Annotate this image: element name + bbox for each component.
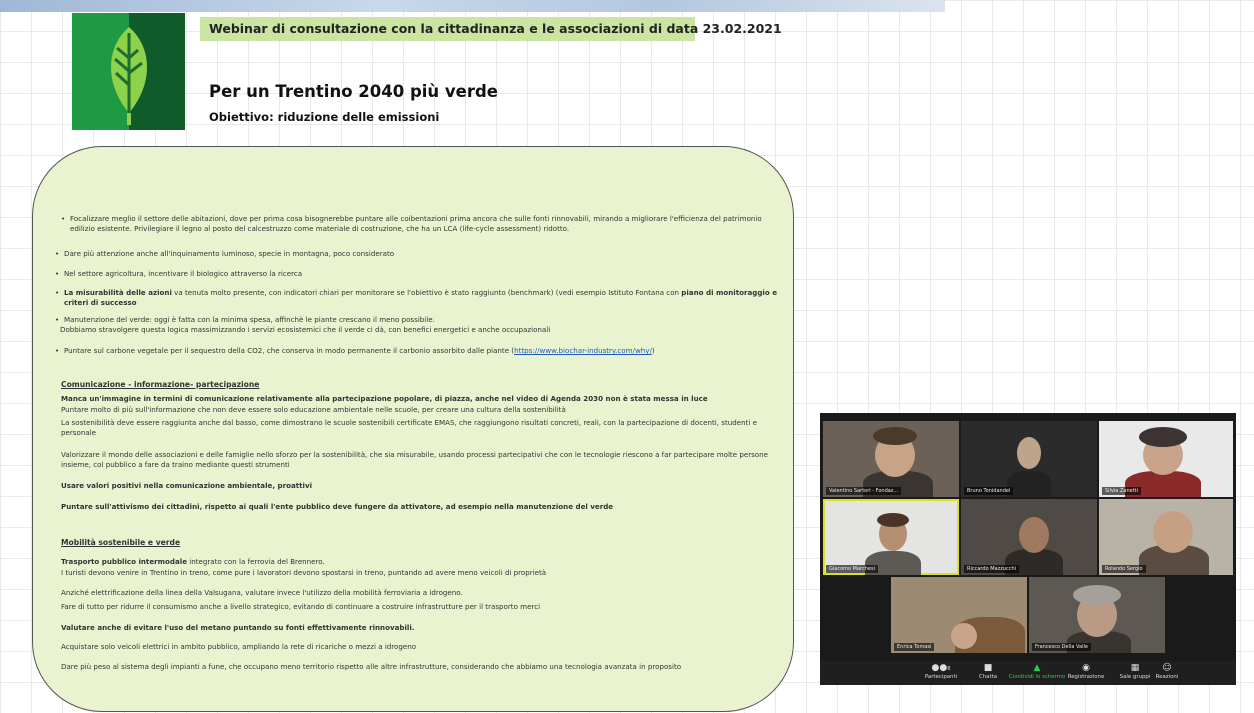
smiley-icon: ☺ [1162, 663, 1172, 673]
bullet-item: La misurabilità delle azioni va tenuta m… [55, 288, 784, 309]
communication-line: Puntare sull'attivismo dei cittadini, ri… [61, 502, 614, 511]
bullet-item: Nel settore agricoltura, incentivare il … [55, 269, 784, 280]
section-heading-mobility: Mobilità sostenibile e verde [61, 538, 181, 547]
bullet-item: Puntare sul carbone vegetale per il sequ… [55, 346, 784, 357]
reactions-button[interactable]: ☺ Reazioni [1147, 663, 1187, 680]
participant-name: Francesco Della Valle [1032, 643, 1091, 651]
participant-name: Giacomo Marchesi [826, 565, 878, 573]
leaf-logo [72, 13, 185, 130]
participant-name: Silvia Zanetti [1102, 487, 1141, 495]
page-title: Per un Trentino 2040 più verde [209, 82, 498, 101]
communication-line: Valorizzare il mondo delle associazioni … [61, 450, 769, 470]
mobility-line: Trasporto pubblico intermodale integrato… [61, 557, 325, 566]
meeting-toolbar: ●●8 Partecipanti ■ Chatta ▲ Condividi lo sc… [820, 661, 1236, 685]
participant-tile[interactable]: Valentino Sartori - Fondaz... [823, 421, 959, 497]
participant-tile[interactable]: Riccardo Mazzucchi [961, 499, 1097, 575]
participant-name: Valentino Sartori - Fondaz... [826, 487, 902, 495]
participant-tile[interactable]: Silvia Zanetti [1099, 421, 1233, 497]
top-strip [0, 0, 945, 12]
bullet-item: Focalizzare meglio il settore delle abit… [61, 214, 770, 235]
biochar-link[interactable]: https://www.biochar-industry.com/why/ [514, 346, 652, 355]
communication-line: La sostenibilità deve essere raggiunta a… [61, 418, 757, 438]
mobility-line: I turisti devono venire in Trentino in t… [61, 568, 547, 577]
participant-tile[interactable]: Bruno Tonidandel [961, 421, 1097, 497]
participant-name: Bruno Tonidandel [964, 487, 1014, 495]
mobility-line: Valutare anche di evitare l'uso del meta… [61, 623, 415, 632]
mobility-line: Anziché elettrificazione della linea del… [61, 588, 463, 597]
communication-line: Puntare molto di più sull'informazione c… [61, 405, 566, 414]
mobility-line: Acquistare solo veicoli elettrici in amb… [61, 642, 417, 651]
webinar-banner: Webinar di consultazione con la cittadin… [200, 17, 782, 41]
participant-name: Riccardo Mazzucchi [964, 565, 1020, 573]
participant-tile[interactable]: Francesco Della Valle [1029, 577, 1165, 653]
participant-tile[interactable]: Enrica Tomasi [891, 577, 1027, 653]
mobility-line: Dare più peso al sistema degli impianti … [61, 662, 682, 671]
bullet-item: Manutenzione del verde: oggi è fatta con… [55, 315, 784, 336]
video-call-window: Valentino Sartori - Fondaz... Bruno Toni… [820, 413, 1236, 685]
record-icon: ◉ [1082, 663, 1090, 673]
participant-name: Enrica Tomasi [894, 643, 935, 651]
record-button[interactable]: ◉ Registrazione [1058, 663, 1114, 680]
leaf-icon [110, 27, 148, 125]
page-subtitle: Obiettivo: riduzione delle emissioni [209, 110, 440, 124]
communication-line: Manca un'immagine in termini di comunica… [61, 394, 708, 403]
section-heading-communication: Comunicazione - informazione- partecipaz… [61, 380, 260, 389]
participant-tile[interactable]: Giacomo Marchesi [823, 499, 959, 575]
participant-name: Rolando Sergio [1102, 565, 1146, 573]
mobility-line: Fare di tutto per ridurre il consumismo … [61, 602, 541, 611]
participant-tile[interactable]: Rolando Sergio [1099, 499, 1233, 575]
bullet-item: Dare più attenzione anche all'inquinamen… [55, 249, 784, 260]
communication-line: Usare valori positivi nella comunicazion… [61, 481, 312, 490]
